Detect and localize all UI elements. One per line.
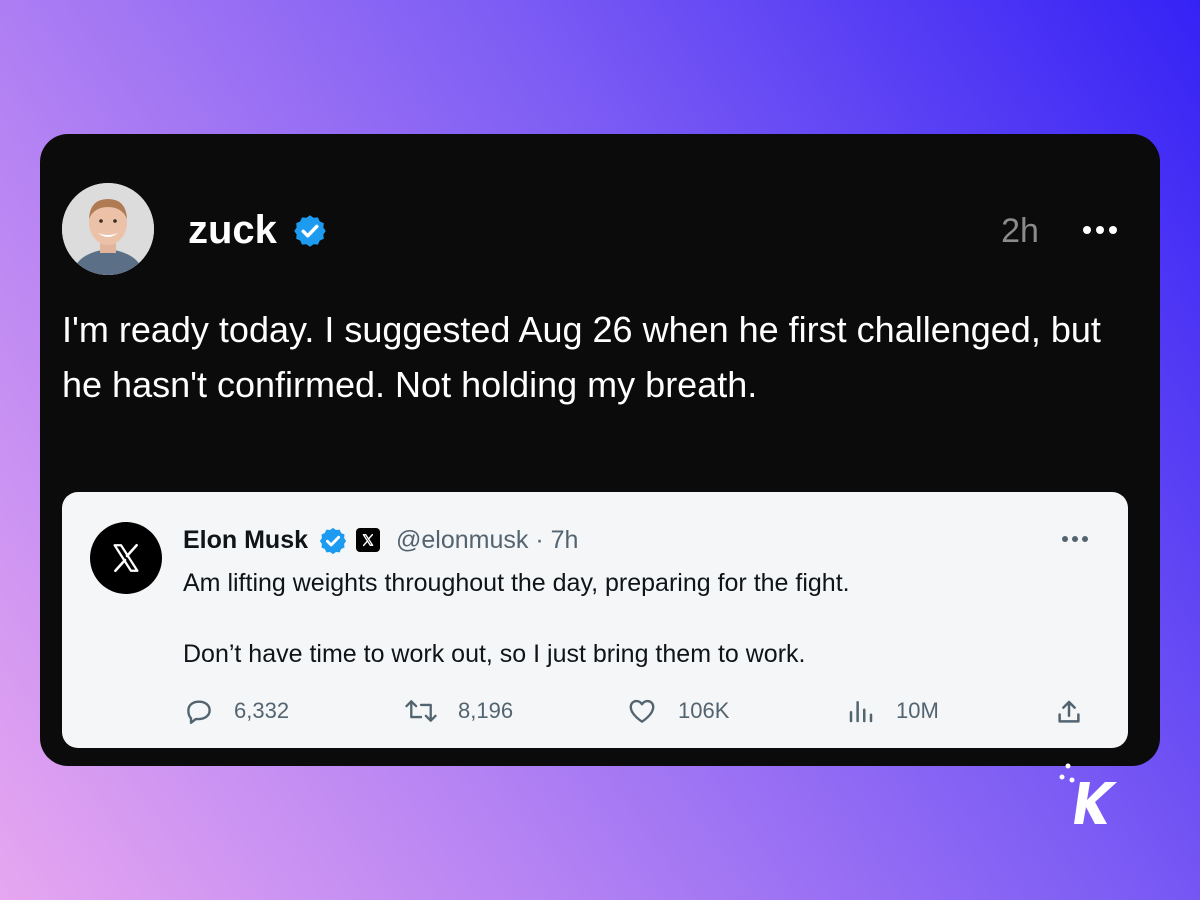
verified-badge-icon [319, 527, 347, 555]
verified-badge-icon [294, 215, 326, 247]
reply-button[interactable]: 6,332 [184, 696, 289, 726]
avatar[interactable] [62, 183, 154, 275]
views-count: 10M [896, 698, 939, 723]
post-time: 2h [1001, 212, 1039, 250]
like-button[interactable]: 106K [626, 696, 729, 726]
share-icon [1058, 700, 1080, 723]
quoted-author-name[interactable]: Elon Musk [183, 523, 308, 557]
share-button[interactable] [1054, 697, 1084, 727]
like-count: 106K [678, 698, 730, 723]
brand-k-logo [1059, 763, 1117, 824]
quoted-handle-time[interactable]: @elonmusk · 7h [396, 523, 578, 557]
retweet-button[interactable]: 8,196 [404, 696, 513, 726]
more-icon[interactable] [1060, 534, 1090, 544]
post-text: I'm ready today. I suggested Aug 26 when… [62, 309, 1101, 405]
post-username[interactable]: zuck [188, 205, 277, 255]
retweet-icon [405, 700, 437, 722]
retweet-count: 8,196 [458, 698, 514, 723]
reply-icon [187, 700, 211, 724]
quoted-text-line: Don’t have time to work out, so I just b… [183, 640, 806, 668]
views-icon [849, 701, 873, 723]
quoted-text-line: Am lifting weights throughout the day, p… [183, 569, 850, 597]
like-icon [629, 699, 655, 723]
reply-count: 6,332 [234, 698, 290, 723]
views-button[interactable]: 10M [846, 696, 939, 726]
more-icon[interactable] [1080, 224, 1120, 236]
x-affiliate-badge-icon [356, 528, 380, 552]
x-logo-icon[interactable] [90, 522, 162, 594]
